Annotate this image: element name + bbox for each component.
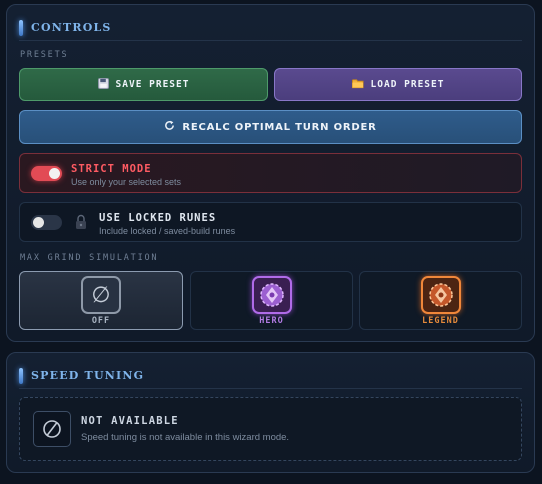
empty-set-icon: ∅ bbox=[81, 276, 121, 314]
strict-mode-subtitle: Use only your selected sets bbox=[71, 177, 182, 187]
grind-option-legend[interactable]: LEGEND bbox=[359, 271, 522, 330]
recalc-turn-order-button[interactable]: RECALC OPTIMAL TURN ORDER bbox=[19, 110, 522, 144]
hero-rune-icon bbox=[251, 276, 292, 314]
grind-option-hero[interactable]: HERO bbox=[190, 271, 353, 330]
locked-runes-row[interactable]: USE LOCKED RUNES Include locked / saved-… bbox=[19, 202, 522, 242]
grind-option-off[interactable]: ∅ OFF bbox=[19, 271, 183, 330]
speed-tuning-panel: SPEED TUNING NOT AVAILABLE Speed tuning … bbox=[6, 352, 535, 473]
locked-runes-subtitle: Include locked / saved-build runes bbox=[99, 226, 236, 236]
locked-runes-toggle[interactable] bbox=[31, 215, 62, 230]
locked-runes-title: USE LOCKED RUNES bbox=[99, 212, 217, 224]
empty-set-glyph: ∅ bbox=[91, 282, 111, 308]
grind-legend-label: LEGEND bbox=[422, 316, 459, 326]
speed-tuning-title: SPEED TUNING bbox=[31, 369, 145, 382]
toggle-knob bbox=[49, 168, 60, 179]
speed-tuning-header: SPEED TUNING bbox=[19, 363, 522, 389]
presets-label: PRESETS bbox=[20, 50, 69, 60]
load-preset-label: LOAD PRESET bbox=[370, 79, 445, 90]
header-accent-bar bbox=[19, 19, 23, 36]
legend-rune-icon bbox=[420, 276, 461, 314]
save-preset-button[interactable]: SAVE PRESET bbox=[19, 68, 268, 101]
controls-panel: CONTROLS PRESETS SAVE PRESET LOAD PRESET bbox=[6, 4, 535, 342]
grind-off-label: OFF bbox=[91, 316, 111, 326]
controls-header: CONTROLS bbox=[19, 15, 522, 41]
grind-hero-label: HERO bbox=[259, 316, 284, 326]
folder-icon bbox=[351, 78, 364, 92]
lock-icon bbox=[75, 214, 87, 230]
header-accent-bar bbox=[19, 367, 23, 384]
not-available-box: NOT AVAILABLE Speed tuning is not availa… bbox=[19, 397, 522, 461]
controls-title: CONTROLS bbox=[31, 21, 112, 34]
load-preset-button[interactable]: LOAD PRESET bbox=[274, 68, 522, 101]
strict-mode-title: STRICT MODE bbox=[71, 163, 152, 175]
toggle-knob bbox=[33, 217, 44, 228]
not-available-title: NOT AVAILABLE bbox=[81, 415, 179, 427]
not-available-icon bbox=[33, 411, 71, 447]
max-grind-label: MAX GRIND SIMULATION bbox=[20, 253, 159, 263]
floppy-disk-icon bbox=[97, 77, 109, 92]
strict-mode-toggle[interactable] bbox=[31, 166, 62, 181]
save-preset-label: SAVE PRESET bbox=[115, 79, 190, 90]
not-available-text: Speed tuning is not available in this wi… bbox=[81, 432, 290, 443]
strict-mode-row[interactable]: STRICT MODE Use only your selected sets bbox=[19, 153, 522, 193]
refresh-icon bbox=[164, 120, 175, 134]
recalc-label: RECALC OPTIMAL TURN ORDER bbox=[182, 121, 377, 133]
